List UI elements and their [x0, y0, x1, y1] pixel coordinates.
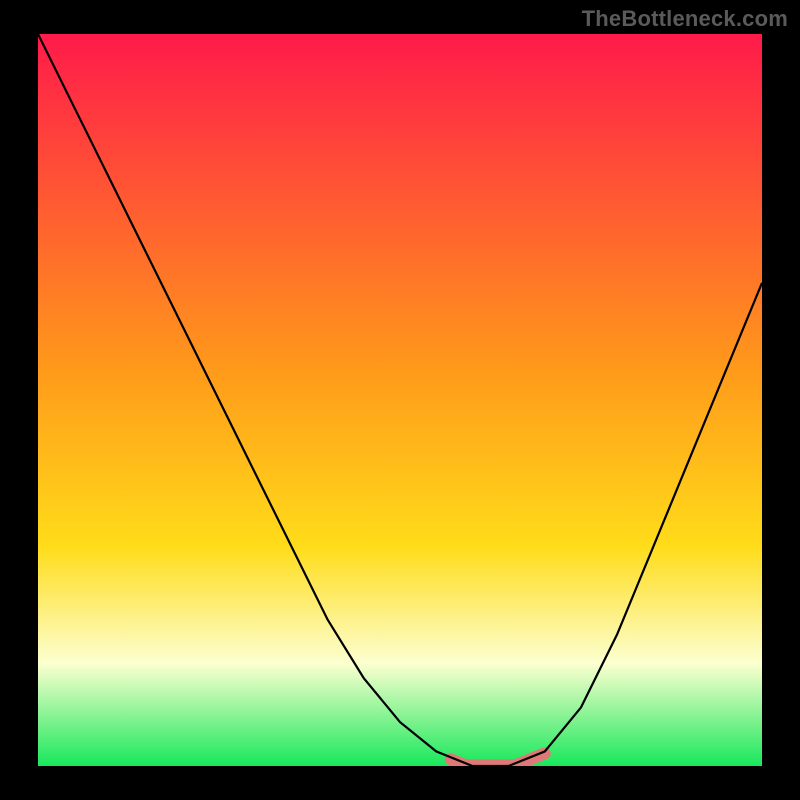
chart-frame: TheBottleneck.com: [0, 0, 800, 800]
watermark-text: TheBottleneck.com: [582, 6, 788, 32]
bottleneck-chart: [0, 0, 800, 800]
gradient-background: [38, 34, 762, 766]
